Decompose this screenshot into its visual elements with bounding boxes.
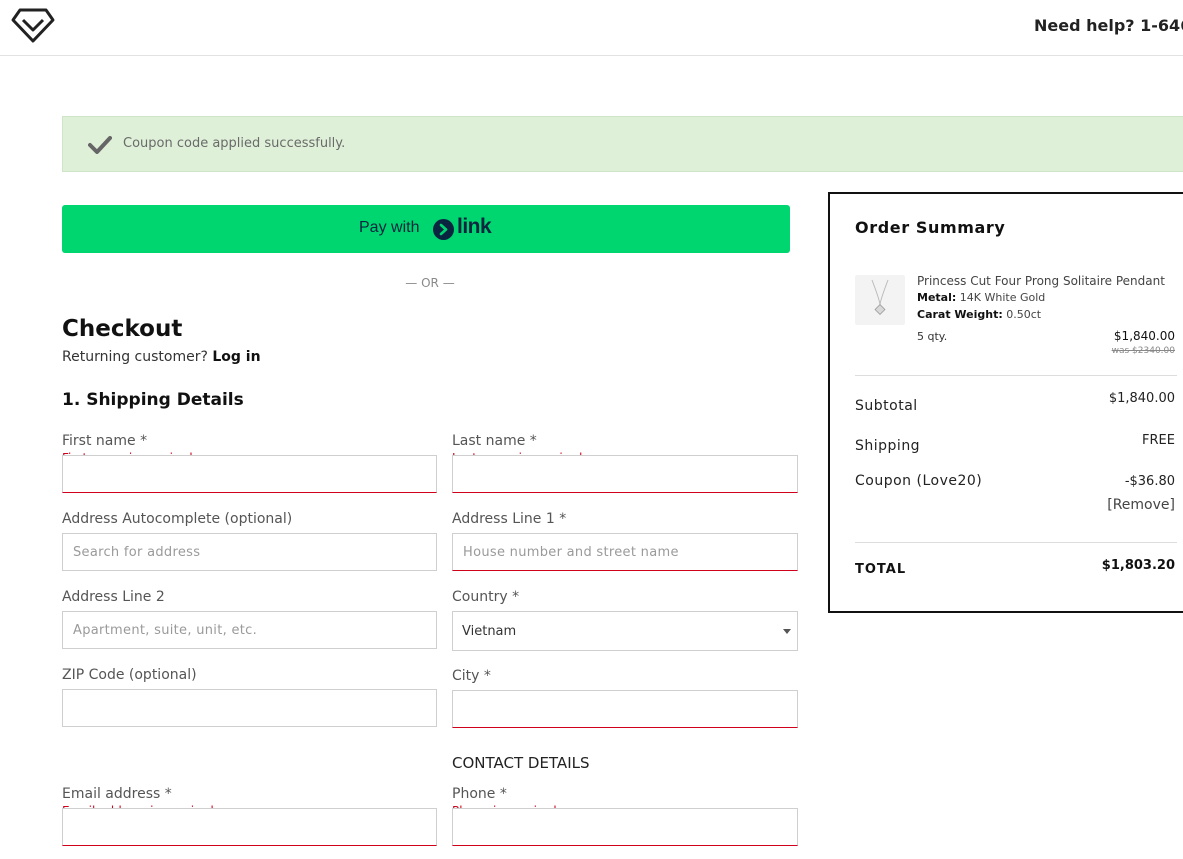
total-value: $1,803.20	[1101, 558, 1175, 573]
brand-logo-icon[interactable]	[10, 6, 56, 44]
order-summary-title: Order Summary	[855, 218, 1006, 237]
phone-label: Phone *	[452, 786, 507, 802]
shipping-section-title: 1. Shipping Details	[62, 390, 244, 410]
coupon-success-banner: Coupon code applied successfully.	[62, 116, 1183, 172]
page-title: Checkout	[62, 316, 183, 342]
remove-coupon-link[interactable]: [Remove]	[1107, 497, 1175, 513]
returning-customer-text: Returning customer? Log in	[62, 349, 261, 365]
pendant-icon	[871, 279, 889, 316]
product-thumbnail	[855, 275, 905, 325]
check-icon	[88, 136, 112, 154]
metal-label: Metal:	[917, 291, 957, 304]
subtotal-label: Subtotal	[855, 398, 918, 414]
carat-label: Carat Weight:	[917, 308, 1003, 321]
country-selected-value: Vietnam	[462, 624, 517, 639]
product-name: Princess Cut Four Prong Solitaire Pendan…	[917, 274, 1165, 288]
site-header: Need help? 1-646-2	[0, 0, 1183, 56]
product-carat: Carat Weight: 0.50ct	[917, 308, 1041, 321]
phone-field[interactable]	[452, 808, 798, 846]
shipping-value: FREE	[1142, 433, 1175, 448]
subtotal-value: $1,840.00	[1108, 391, 1175, 406]
help-phone[interactable]: Need help? 1-646-2	[1034, 16, 1183, 35]
zip-label: ZIP Code (optional)	[62, 667, 197, 683]
metal-value: 14K White Gold	[959, 291, 1046, 304]
link-brand-label: link	[457, 215, 492, 238]
email-label: Email address *	[62, 786, 172, 802]
product-was-price: was $2340.00	[1111, 346, 1175, 356]
email-field[interactable]	[62, 808, 437, 846]
address-line1-label: Address Line 1 *	[452, 511, 567, 527]
link-chevron-icon	[433, 219, 454, 240]
carat-value: 0.50ct	[1006, 308, 1042, 321]
first-name-label: First name *	[62, 433, 148, 449]
banner-message: Coupon code applied successfully.	[123, 136, 346, 151]
order-summary-panel: Order Summary Princess Cut Four Prong So…	[828, 192, 1183, 613]
address-line1-input[interactable]	[452, 533, 798, 571]
address-line2-label: Address Line 2	[62, 589, 165, 605]
contact-details-heading: CONTACT DETAILS	[452, 754, 590, 772]
address-line2-input[interactable]	[62, 611, 437, 649]
pay-with-label: Pay with	[359, 219, 420, 236]
summary-divider	[855, 542, 1177, 543]
or-separator: — OR —	[405, 276, 455, 290]
zip-input[interactable]	[62, 689, 437, 727]
coupon-label: Coupon (Love20)	[855, 473, 983, 489]
city-input[interactable]	[452, 690, 798, 728]
total-label: TOTAL	[855, 562, 907, 577]
country-label: Country *	[452, 589, 520, 605]
product-metal: Metal: 14K White Gold	[917, 291, 1045, 304]
product-price: $1,840.00	[1113, 329, 1175, 343]
city-label: City *	[452, 668, 491, 684]
shipping-label: Shipping	[855, 438, 921, 454]
address-autocomplete-label: Address Autocomplete (optional)	[62, 511, 293, 527]
login-link[interactable]: Log in	[212, 349, 260, 365]
country-select[interactable]: Vietnam	[452, 611, 798, 651]
address-autocomplete-input[interactable]	[62, 533, 437, 571]
first-name-field[interactable]	[62, 455, 437, 493]
chevron-down-icon	[783, 629, 791, 634]
coupon-value: -$36.80	[1124, 474, 1175, 489]
pay-with-link-button[interactable]: Pay with link	[62, 205, 790, 253]
last-name-field[interactable]	[452, 455, 798, 493]
product-qty: 5 qty.	[917, 330, 948, 343]
last-name-label: Last name *	[452, 433, 537, 449]
returning-prefix: Returning customer?	[62, 349, 208, 365]
summary-divider	[855, 375, 1177, 376]
